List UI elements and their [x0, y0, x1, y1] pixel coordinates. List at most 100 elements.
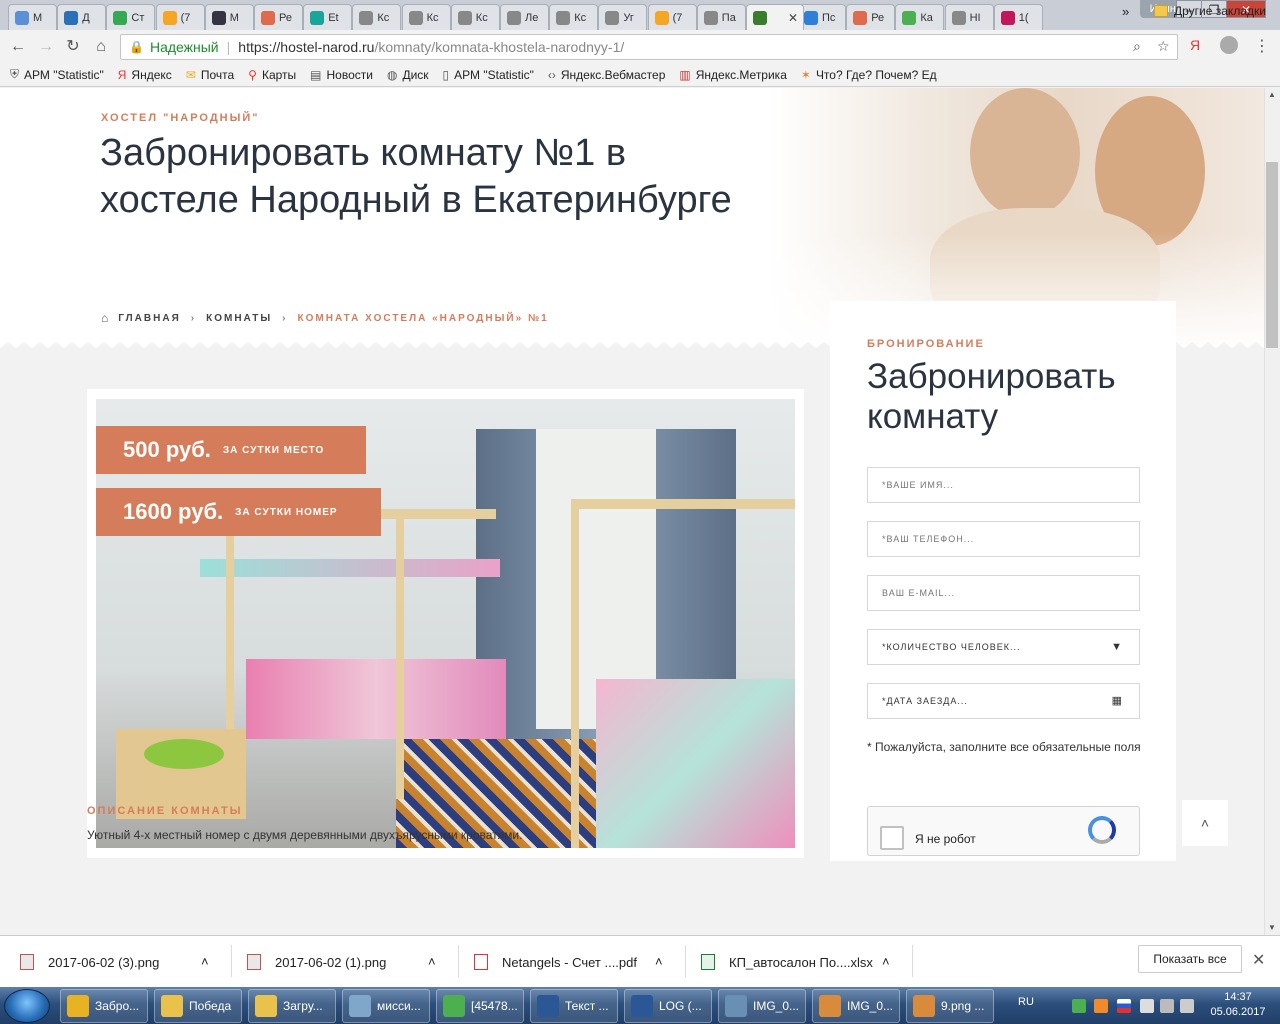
download-item[interactable]: 2017-06-02 (3).png — [20, 954, 159, 970]
taskbar-button[interactable]: [45478... — [436, 989, 524, 1023]
download-filename: 2017-06-02 (1).png — [275, 954, 387, 970]
yandex-extension-icon[interactable]: Я — [1190, 37, 1200, 53]
browser-tab[interactable]: Па — [696, 4, 746, 30]
chevron-up-icon[interactable]: ˄ — [201, 953, 209, 969]
taskbar-button[interactable]: мисси... — [342, 989, 430, 1023]
browser-tab[interactable]: 1( — [993, 4, 1043, 30]
bookmark-label: АРМ "Statistic" — [24, 67, 104, 82]
browser-tab[interactable]: (7 — [647, 4, 697, 30]
taskbar-button[interactable]: 9.png ... — [906, 989, 994, 1023]
browser-tab[interactable]: Пс — [797, 4, 846, 30]
chevron-up-icon[interactable]: ˄ — [655, 953, 663, 969]
browser-tab[interactable]: М — [204, 4, 254, 30]
recaptcha-checkbox[interactable] — [880, 826, 904, 850]
arrival-date-input[interactable]: *ДАТА ЗАЕЗДА... ▦ — [867, 683, 1140, 719]
tray-network-bars-icon[interactable] — [1160, 999, 1174, 1013]
start-button[interactable] — [4, 989, 50, 1023]
tray-network-icon[interactable] — [1072, 999, 1086, 1013]
back-icon[interactable]: ← — [8, 37, 28, 57]
scroll-down-arrow-icon[interactable]: ▼ — [1264, 921, 1280, 935]
browser-tab[interactable]: Ре — [254, 4, 303, 30]
breadcrumb-home[interactable]: ГЛАВНАЯ — [118, 313, 181, 324]
name-input[interactable] — [867, 467, 1140, 503]
download-item[interactable]: КП_автосалон По....xlsx — [701, 954, 873, 970]
excel-file-icon — [701, 954, 715, 970]
tab-close-icon[interactable]: ✕ — [788, 11, 798, 25]
extension-globe-icon[interactable] — [1220, 36, 1238, 54]
bookmark-item[interactable]: ▤ Новости — [310, 68, 373, 82]
show-all-downloads-button[interactable]: Показать все — [1138, 945, 1242, 973]
clock-date: 05.06.2017 — [1210, 1006, 1266, 1018]
browser-tab[interactable]: Кс — [450, 4, 500, 30]
taskbar-app-icon — [537, 995, 559, 1017]
taskbar-button[interactable]: Загру... — [248, 989, 336, 1023]
chevron-up-icon[interactable]: ˄ — [428, 953, 436, 969]
taskbar-clock[interactable]: 14:37 05.06.2017 — [1198, 990, 1278, 1020]
scroll-up-arrow-icon[interactable]: ▲ — [1264, 88, 1280, 102]
bookmark-item[interactable]: ✶ Что? Где? Почем? Ед — [801, 68, 937, 82]
bookmarks-more-button[interactable]: » — [1122, 4, 1129, 19]
download-item[interactable]: 2017-06-02 (1).png — [247, 954, 386, 970]
browser-tab[interactable]: Ле — [500, 4, 549, 30]
close-icon[interactable]: ✕ — [1252, 950, 1265, 970]
browser-tab[interactable]: Д — [57, 4, 107, 30]
download-bar — [0, 935, 1280, 987]
scroll-to-top-button[interactable]: ˄ — [1182, 800, 1228, 846]
url-text[interactable]: https://hostel-narod.ru/komnaty/komnata-… — [238, 39, 624, 55]
taskbar-button[interactable]: Текст ... — [530, 989, 618, 1023]
menu-icon[interactable]: ⋮ — [1254, 36, 1270, 56]
address-bar[interactable]: 🔒 Надежный | https://hostel-narod.ru/kom… — [120, 34, 1178, 60]
browser-tab[interactable]: Кс — [401, 4, 451, 30]
taskbar-button[interactable]: IMG_0... — [812, 989, 900, 1023]
phone-input[interactable] — [867, 521, 1140, 557]
russian-flag-icon[interactable] — [1117, 999, 1131, 1013]
tab-title: 1( — [1018, 11, 1029, 24]
browser-tab[interactable]: Et — [303, 4, 353, 30]
bookmark-item[interactable]: ‹› Яндекс.Вебмастер — [548, 68, 665, 82]
tray-volume-icon[interactable] — [1180, 999, 1194, 1013]
home-icon[interactable]: ⌂ — [91, 37, 111, 57]
room-photo[interactable]: 500 руб. ЗА СУТКИ МЕСТО 1600 руб. ЗА СУТ… — [96, 399, 795, 848]
other-bookmarks[interactable]: Другие закладки — [1154, 4, 1266, 18]
browser-tab[interactable]: Кс — [549, 4, 599, 30]
browser-tab[interactable]: Ст — [106, 4, 156, 30]
bookmark-item[interactable]: ▯ АРМ "Statistic" — [443, 68, 534, 82]
taskbar-button-label: Победа — [189, 999, 232, 1013]
tray-app-icon[interactable] — [1094, 999, 1108, 1013]
reload-icon[interactable]: ↻ — [63, 37, 83, 57]
browser-tab[interactable]: Ка — [895, 4, 945, 30]
arrival-date-placeholder: *ДАТА ЗАЕЗДА... — [882, 696, 968, 706]
tab-title: (7 — [672, 11, 683, 24]
forward-icon[interactable]: → — [36, 37, 56, 57]
bookmark-item[interactable]: ✉ Почта — [186, 68, 234, 82]
browser-tab[interactable]: Уг — [598, 4, 648, 30]
bookmark-star-icon[interactable]: ☆ — [1157, 38, 1170, 55]
tray-action-center-icon[interactable] — [1140, 999, 1154, 1013]
bookmark-item[interactable]: ▥ Яндекс.Метрика — [679, 68, 787, 82]
bookmark-item[interactable]: ⚲ Карты — [248, 68, 296, 82]
home-icon[interactable]: ⌂ — [101, 311, 110, 325]
taskbar-button[interactable]: IMG_0... — [718, 989, 806, 1023]
download-item[interactable]: Netangels - Счет ....pdf — [474, 954, 637, 970]
browser-tab[interactable]: НІ — [944, 4, 994, 30]
taskbar-button[interactable]: Забро... — [60, 989, 148, 1023]
bookmark-item[interactable]: ⛨ АРМ "Statistic" — [10, 67, 104, 82]
browser-tab[interactable]: М — [8, 4, 57, 30]
browser-tab[interactable]: Ре — [846, 4, 896, 30]
bookmark-item[interactable]: Я Яндекс — [118, 68, 172, 82]
browser-tab[interactable]: (7 — [155, 4, 205, 30]
calendar-icon[interactable]: ▦ — [1112, 684, 1123, 718]
zoom-search-icon[interactable]: ⌕ — [1133, 38, 1141, 55]
taskbar-button[interactable]: Победа — [154, 989, 242, 1023]
browser-tab[interactable]: Кс — [352, 4, 402, 30]
input-language[interactable]: RU — [1018, 996, 1034, 1008]
scrollbar-thumb[interactable] — [1266, 162, 1278, 348]
bookmark-item[interactable]: ◍ Диск — [387, 68, 429, 82]
people-count-select[interactable]: *КОЛИЧЕСТВО ЧЕЛОВЕК... ▼ — [867, 629, 1140, 665]
breadcrumb-rooms[interactable]: КОМНАТЫ — [206, 313, 272, 324]
chevron-up-icon[interactable]: ˄ — [882, 953, 890, 969]
taskbar-button[interactable]: LOG (... — [624, 989, 712, 1023]
booking-title: Забронировать комнату — [867, 357, 1116, 436]
email-input[interactable] — [867, 575, 1140, 611]
browser-tab[interactable]: ✕ — [746, 4, 804, 30]
